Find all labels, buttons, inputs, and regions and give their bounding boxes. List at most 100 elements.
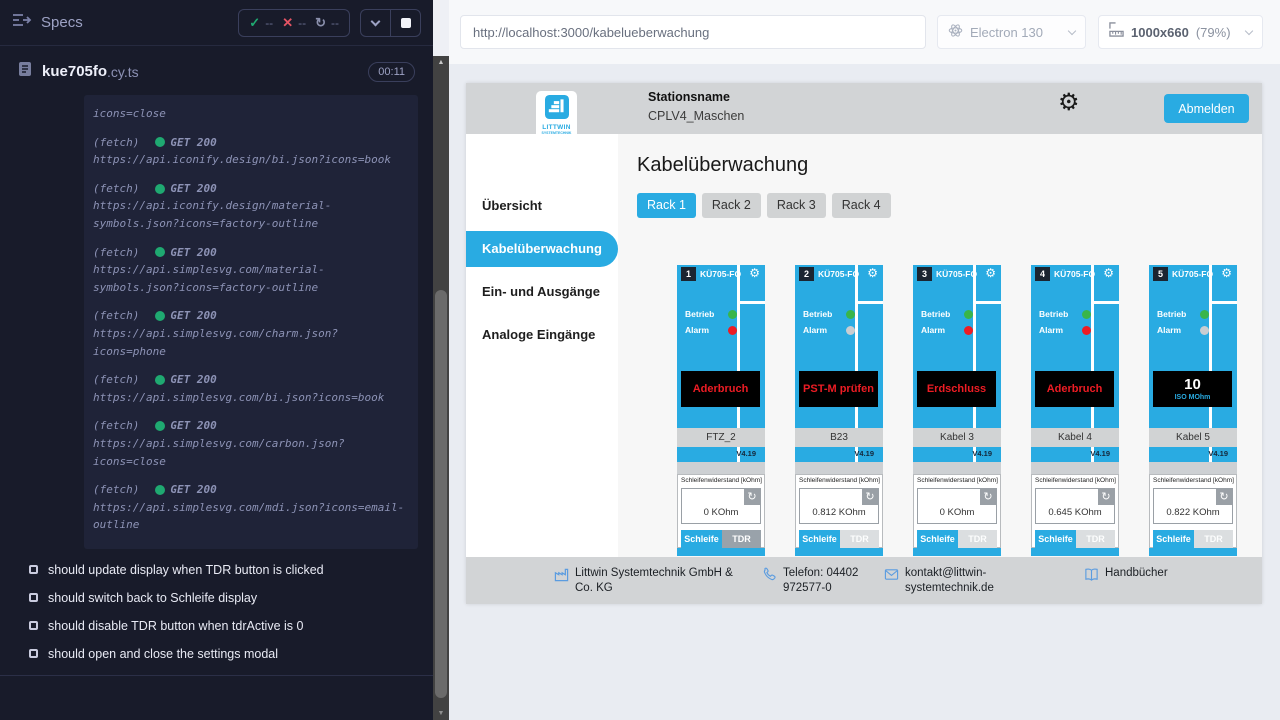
log-entry[interactable]: (fetch)GET 200https://api.simplesvg.com/… (93, 244, 409, 297)
tdr-button[interactable]: TDR (1194, 530, 1233, 548)
stat-pending: ↻-- (315, 15, 339, 31)
log-entry[interactable]: (fetch)GET 200https://api.simplesvg.com/… (93, 481, 409, 534)
resistance-display: ↻0.645 KOhm (1035, 488, 1115, 524)
viewport-select[interactable]: 1000x660 (79%) (1098, 15, 1263, 49)
device-model: KÜ705-FO (700, 269, 741, 279)
refresh-button[interactable]: ↻ (1216, 489, 1232, 505)
card-settings-gear-icon[interactable]: ⚙ (1103, 267, 1114, 279)
refresh-button[interactable]: ↻ (744, 489, 760, 505)
scrollbar-thumb[interactable] (435, 290, 447, 698)
card-divider (976, 301, 1001, 304)
logo-text: LITTWIN (536, 124, 577, 131)
logout-button[interactable]: Abmelden (1164, 94, 1249, 123)
littwin-logo: LITTWIN SYSTEMTECHNIK (536, 91, 577, 148)
station-value: CPLV4_Maschen (648, 109, 744, 123)
station-label: Stationsname (648, 90, 744, 104)
tab-rack-4[interactable]: Rack 4 (832, 193, 891, 218)
app-footer: Littwin Systemtechnik GmbH & Co. KG Telef… (466, 557, 1262, 604)
request-url: https://api.simplesvg.com/carbon.json?ic… (93, 435, 409, 470)
station-info: Stationsname CPLV4_Maschen (648, 90, 744, 123)
card-settings-gear-icon[interactable]: ⚙ (1221, 267, 1232, 279)
sidebar-item-kabelüberwachung[interactable]: Kabelüberwachung (466, 231, 618, 267)
device-card: 1KÜ705-FO⚙BetriebAlarmAderbruchFTZ_2V4.1… (677, 265, 765, 556)
specs-menu-icon[interactable] (12, 13, 32, 32)
log-entry[interactable]: (fetch)GET 200https://api.simplesvg.com/… (93, 307, 409, 360)
schleife-button[interactable]: Schleife (799, 530, 840, 548)
schleife-button[interactable]: Schleife (1035, 530, 1076, 548)
log-status-line: (fetch)GET 200 (93, 244, 409, 262)
alarm-led (846, 326, 855, 335)
schleife-button[interactable]: Schleife (917, 530, 958, 548)
pending-count: -- (331, 16, 339, 30)
resistance-panel: Schleifenwiderstand [kOhm] ↻0.645 KOhm Sch… (1031, 474, 1119, 548)
test-item[interactable]: should open and close the settings modal (29, 647, 433, 661)
sidebar-item-übersicht[interactable]: Übersicht (466, 188, 618, 224)
test-state-icon (29, 649, 38, 658)
tab-rack-1[interactable]: Rack 1 (637, 193, 696, 218)
firmware-version: V4.19 (736, 449, 756, 458)
alarm-label: Alarm (803, 325, 827, 335)
scroll-down-icon[interactable]: ▼ (433, 710, 449, 717)
schleife-button[interactable]: Schleife (681, 530, 722, 548)
refresh-button[interactable]: ↻ (1098, 489, 1114, 505)
log-entry[interactable]: (fetch)GET 200https://api.iconify.design… (93, 134, 409, 169)
tdr-button[interactable]: TDR (1076, 530, 1115, 548)
card-number: 4 (1035, 267, 1050, 281)
sidebar-item-analoge-eingänge[interactable]: Analoge Eingänge (466, 317, 618, 353)
resistance-label: Schleifenwiderstand [kOhm] (799, 477, 882, 484)
test-title: should update display when TDR button is… (48, 563, 324, 577)
footer-item[interactable]: Handbücher (1084, 566, 1224, 587)
request-url: https://api.simplesvg.com/charm.json?ico… (93, 325, 409, 360)
method-status: GET 200 (170, 371, 216, 389)
card-settings-gear-icon[interactable]: ⚙ (749, 267, 760, 279)
resistance-panel: Schleifenwiderstand [kOhm]↻0.822 KOhmSch… (1149, 474, 1237, 548)
log-entry[interactable]: (fetch)GET 200https://api.simplesvg.com/… (93, 371, 409, 406)
footer-text: Littwin Systemtechnik GmbH & Co. KG (575, 566, 752, 596)
refresh-button[interactable]: ↻ (980, 489, 996, 505)
card-settings-gear-icon[interactable]: ⚙ (867, 267, 878, 279)
card-spacer (1031, 462, 1119, 474)
log-entry[interactable]: (fetch)GET 200https://api.simplesvg.com/… (93, 417, 409, 470)
failed-count: -- (298, 16, 306, 30)
chevron-down-icon (1068, 26, 1076, 34)
refresh-button[interactable]: ↻ (862, 489, 878, 505)
tab-rack-2[interactable]: Rack 2 (702, 193, 761, 218)
footer-text: Telefon: 04402 972577-0 (783, 566, 880, 596)
spec-row[interactable]: kue705fo .cy.ts 00:11 (0, 61, 433, 82)
specs-label[interactable]: Specs (41, 14, 83, 31)
fetch-label: (fetch) (93, 307, 139, 325)
test-item[interactable]: should switch back to Schleife display (29, 591, 433, 605)
schleife-button[interactable]: Schleife (1153, 530, 1194, 548)
scroll-up-icon[interactable]: ▲ (433, 59, 449, 66)
tdr-button[interactable]: TDR (722, 530, 761, 548)
card-settings-gear-icon[interactable]: ⚙ (985, 267, 996, 279)
tdr-button[interactable]: TDR (958, 530, 997, 548)
resistance-label: Schleifenwiderstand [kOhm] (1153, 477, 1236, 484)
card-bottom-strip (1149, 548, 1237, 556)
alarm-led (964, 326, 973, 335)
reporter-scrollbar[interactable]: ▲ ▼ (433, 56, 449, 720)
fetch-label: (fetch) (93, 481, 139, 499)
browser-select[interactable]: Electron 130 (937, 15, 1086, 49)
tab-rack-3[interactable]: Rack 3 (767, 193, 826, 218)
success-dot-icon (155, 184, 165, 194)
url-input[interactable] (460, 15, 926, 49)
fetch-label: (fetch) (93, 134, 139, 152)
logo-stairs-icon (545, 95, 569, 119)
settings-gear-icon[interactable]: ⚙ (1058, 91, 1080, 115)
log-status-line: (fetch)GET 200 (93, 180, 409, 198)
betrieb-label: Betrieb (1039, 309, 1068, 319)
tdr-button[interactable]: TDR (840, 530, 879, 548)
device-model: KÜ705-FO (936, 269, 977, 279)
card-divider (1094, 301, 1119, 304)
cable-name: Kabel 5 (1149, 428, 1237, 447)
collapse-button[interactable] (361, 10, 390, 36)
log-entry[interactable]: (fetch)GET 200https://api.iconify.design… (93, 180, 409, 233)
test-item[interactable]: should disable TDR button when tdrActive… (29, 619, 433, 633)
sidebar-item-ein-und-ausgänge[interactable]: Ein- und Ausgänge (466, 274, 618, 310)
test-item[interactable]: should update display when TDR button is… (29, 563, 433, 577)
card-spacer (677, 462, 765, 474)
stop-button[interactable] (391, 10, 420, 36)
electron-icon (948, 23, 963, 41)
resistance-label: Schleifenwiderstand [kOhm] (1035, 477, 1118, 484)
